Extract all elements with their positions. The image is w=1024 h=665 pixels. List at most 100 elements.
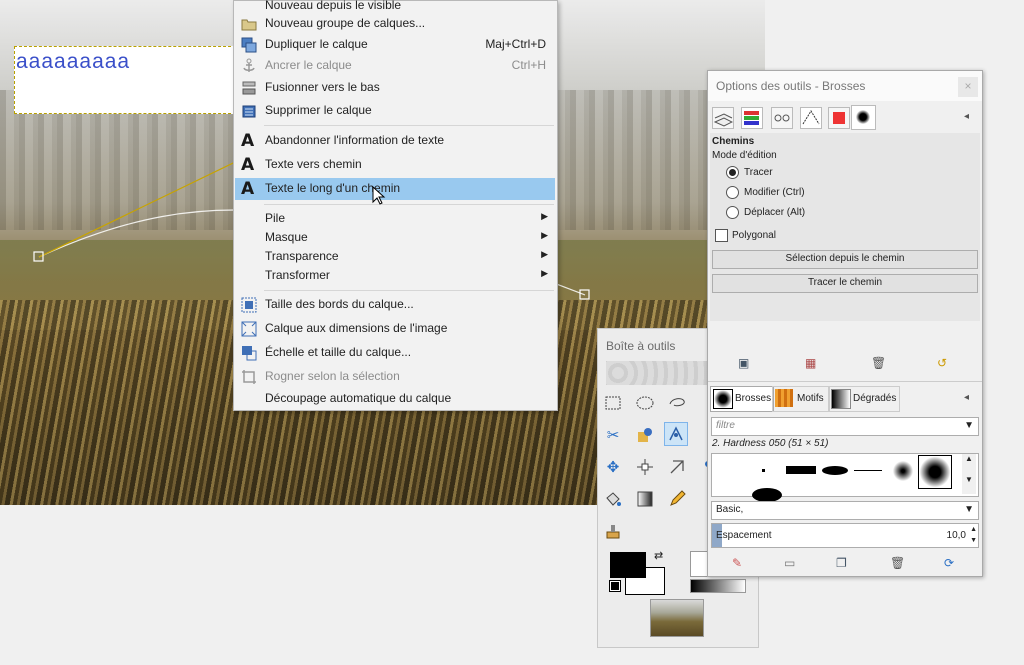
colormap-tab-icon[interactable] bbox=[828, 107, 850, 129]
brush-grid[interactable]: ▲ ▼ bbox=[711, 453, 979, 502]
foreground-color-swatch-top bbox=[610, 552, 646, 578]
selection-from-path-button[interactable]: Sélection depuis le chemin bbox=[712, 250, 978, 269]
panel-menu-icon[interactable]: ◂ bbox=[964, 392, 969, 403]
swap-colors-icon[interactable]: ⇄ bbox=[654, 549, 663, 562]
menu-item-text-to-path[interactable]: A Texte vers chemin bbox=[235, 154, 555, 176]
path-anchor-start[interactable] bbox=[33, 251, 44, 262]
filter-input[interactable]: filtre ▼ bbox=[711, 417, 979, 436]
delete-options-icon[interactable]: 🗑 bbox=[871, 356, 886, 370]
menu-item-scale-layer[interactable]: Échelle et taille du calque... bbox=[235, 342, 555, 364]
menu-item-text-along-path[interactable]: A Texte le long d'un chemin bbox=[235, 178, 555, 200]
menu-item-transform[interactable]: Transformer ▶ bbox=[235, 265, 555, 287]
undo-history-tab-icon[interactable] bbox=[771, 107, 793, 129]
section-title: Chemins bbox=[712, 136, 755, 147]
layer-to-image-size-icon bbox=[241, 321, 257, 337]
mouse-cursor-icon bbox=[372, 186, 386, 205]
menu-separator bbox=[264, 290, 554, 291]
brush-item[interactable] bbox=[854, 470, 882, 471]
folder-icon bbox=[241, 16, 257, 32]
new-brush-icon[interactable]: ▭ bbox=[784, 556, 795, 570]
free-select-tool-icon[interactable] bbox=[665, 391, 689, 415]
menu-item-anchor-layer[interactable]: Ancrer le calque Ctrl+H bbox=[235, 55, 555, 77]
brush-item[interactable] bbox=[752, 488, 782, 502]
tab-patterns[interactable]: Motifs bbox=[772, 386, 830, 412]
foreground-select-tool-icon[interactable] bbox=[633, 423, 657, 447]
pencil-tool-icon[interactable] bbox=[665, 487, 689, 511]
refresh-brushes-icon[interactable]: ⟳ bbox=[944, 556, 954, 570]
paths-tool-icon[interactable] bbox=[664, 422, 688, 446]
anchor-icon bbox=[241, 58, 257, 74]
active-gradient-preview[interactable] bbox=[690, 579, 746, 593]
brush-item[interactable] bbox=[786, 466, 816, 474]
paths-tab-icon[interactable] bbox=[800, 107, 822, 129]
submenu-arrow-icon: ▶ bbox=[541, 249, 548, 259]
text-A-icon: A bbox=[241, 155, 255, 175]
menu-item-autocrop-layer[interactable]: Découpage automatique du calque bbox=[235, 388, 555, 410]
tag-select[interactable]: Basic, ▼ bbox=[711, 501, 979, 520]
brush-tab-icon bbox=[713, 389, 733, 409]
toolbox-wilber-banner bbox=[606, 361, 716, 385]
chevron-up-icon[interactable]: ▲ bbox=[962, 454, 976, 463]
move-tool-icon[interactable]: ✥ bbox=[601, 455, 625, 479]
restore-options-icon[interactable]: ▦ bbox=[805, 356, 816, 370]
edit-brush-icon[interactable]: ✎ bbox=[732, 556, 742, 570]
chevron-down-icon[interactable]: ▼ bbox=[964, 418, 974, 434]
menu-item-delete-layer[interactable]: Supprimer le calque bbox=[235, 100, 555, 122]
tab-brushes[interactable]: Brosses bbox=[710, 386, 774, 412]
menu-item-discard-text-info[interactable]: A Abandonner l'information de texte bbox=[235, 130, 555, 152]
tool-options-titlebar: Options des outils - Brosses × bbox=[708, 71, 982, 101]
layers-tab-icon[interactable] bbox=[712, 107, 734, 129]
tool-options-window: Options des outils - Brosses × ◂ Chemins… bbox=[707, 70, 983, 577]
delete-brush-icon[interactable]: 🗑 bbox=[890, 556, 905, 570]
radio-edit-label: Modifier (Ctrl) bbox=[744, 187, 805, 198]
polygonal-checkbox[interactable] bbox=[715, 229, 728, 242]
merge-down-icon bbox=[241, 80, 257, 96]
rect-select-tool-icon[interactable] bbox=[601, 391, 625, 415]
radio-design[interactable] bbox=[726, 166, 739, 179]
menu-item-layer-boundary-size[interactable]: Taille des bords du calque... bbox=[235, 294, 555, 316]
layer-context-menu: Nouveau depuis le visible Nouveau groupe… bbox=[233, 0, 558, 411]
radio-move[interactable] bbox=[726, 206, 739, 219]
clone-tool-icon[interactable] bbox=[601, 519, 625, 543]
panel-menu-icon[interactable]: ◂ bbox=[964, 111, 969, 122]
spin-arrows-icon[interactable]: ▲ ▼ bbox=[970, 524, 977, 546]
menu-item-layer-to-image-size[interactable]: Calque aux dimensions de l'image bbox=[235, 318, 555, 340]
pattern-tab-icon bbox=[775, 389, 793, 407]
dock-separator bbox=[708, 381, 982, 382]
duplicate-brush-icon[interactable]: ❐ bbox=[836, 556, 847, 570]
submenu-arrow-icon: ▶ bbox=[541, 230, 548, 240]
brushes-tab-icon[interactable] bbox=[851, 105, 876, 130]
align-tool-icon[interactable] bbox=[633, 455, 657, 479]
brush-item[interactable] bbox=[762, 469, 765, 472]
menu-item-duplicate-layer[interactable]: Dupliquer le calque Maj+Ctrl+D bbox=[235, 34, 555, 56]
brush-item[interactable] bbox=[892, 460, 914, 482]
selected-brush-item[interactable] bbox=[918, 455, 952, 489]
scissors-select-tool-icon[interactable]: ✂ bbox=[601, 423, 625, 447]
active-image-thumbnail[interactable] bbox=[650, 599, 704, 637]
chevron-down-icon[interactable]: ▼ bbox=[964, 502, 974, 518]
close-button[interactable]: × bbox=[958, 77, 978, 97]
tab-gradients[interactable]: Dégradés bbox=[828, 386, 900, 412]
stroke-path-button[interactable]: Tracer le chemin bbox=[712, 274, 978, 293]
brush-item[interactable] bbox=[822, 466, 848, 475]
menu-item-new-layer-group[interactable]: Nouveau groupe de calques... bbox=[235, 13, 555, 35]
spacing-slider[interactable]: Espacement 10,0 ▲ ▼ bbox=[711, 523, 979, 548]
menu-item-merge-down[interactable]: Fusionner vers le bas bbox=[235, 77, 555, 99]
chevron-down-icon[interactable]: ▼ bbox=[962, 475, 976, 484]
submenu-arrow-icon: ▶ bbox=[541, 268, 548, 278]
channels-tab-icon[interactable] bbox=[741, 107, 763, 129]
blend-tool-icon[interactable] bbox=[633, 487, 657, 511]
bucket-fill-tool-icon[interactable] bbox=[601, 487, 625, 511]
menu-item-crop-to-selection[interactable]: Rogner selon la sélection bbox=[235, 366, 555, 388]
polygonal-label: Polygonal bbox=[732, 230, 776, 241]
default-colors-icon[interactable] bbox=[609, 580, 621, 592]
delete-layer-icon bbox=[241, 103, 257, 119]
ellipse-select-tool-icon[interactable] bbox=[633, 391, 657, 415]
submenu-arrow-icon: ▶ bbox=[541, 211, 548, 221]
crop-tool-icon[interactable] bbox=[665, 455, 689, 479]
save-options-icon[interactable]: ▣ bbox=[738, 356, 749, 370]
brush-grid-scrollbar[interactable]: ▲ ▼ bbox=[962, 454, 976, 494]
radio-move-label: Déplacer (Alt) bbox=[744, 207, 806, 218]
reset-options-icon[interactable]: ↺ bbox=[937, 356, 947, 370]
radio-edit[interactable] bbox=[726, 186, 739, 199]
